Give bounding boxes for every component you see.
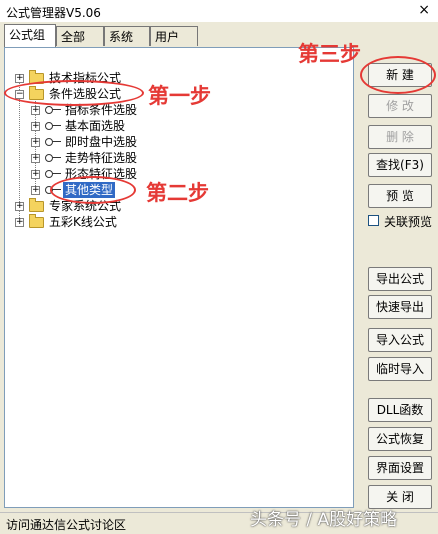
expand-icon[interactable]: + bbox=[15, 202, 24, 211]
formula-key-icon bbox=[45, 122, 61, 130]
expand-icon[interactable]: + bbox=[31, 154, 40, 163]
annotation-circle-step1 bbox=[4, 80, 144, 106]
ui-settings-button[interactable]: 界面设置 bbox=[368, 456, 432, 480]
annotation-step2: 第二步 bbox=[146, 181, 209, 205]
annotation-step3: 第三步 bbox=[298, 42, 361, 66]
expand-icon[interactable]: + bbox=[31, 122, 40, 131]
expand-icon[interactable]: + bbox=[31, 138, 40, 147]
expand-icon[interactable]: + bbox=[31, 186, 40, 195]
linked-preview-label: 关联预览 bbox=[384, 215, 433, 229]
folder-icon bbox=[29, 214, 44, 228]
linked-preview-checkbox[interactable] bbox=[368, 215, 379, 226]
tree-node-label: 即时盘中选股 bbox=[65, 135, 138, 149]
tab-formula-group[interactable]: 公式组 bbox=[4, 24, 56, 47]
title-bar: 公式管理器V5.06 × bbox=[0, 0, 438, 22]
annotation-circle-step3 bbox=[360, 56, 436, 94]
tree-node-trend[interactable]: + 走势特征选股 bbox=[27, 150, 227, 166]
formula-tree[interactable]: + 技术指标公式 − 条件选股公式 + 指标条件选股 + 基本面选股 + 即时盘… bbox=[4, 47, 354, 508]
formula-key-icon bbox=[45, 170, 61, 178]
preview-button[interactable]: 预 览 bbox=[368, 184, 432, 208]
expand-icon[interactable]: + bbox=[15, 218, 24, 227]
tree-node-label: 基本面选股 bbox=[65, 119, 126, 133]
expand-icon[interactable]: + bbox=[15, 74, 24, 83]
tree-node-label: 走势特征选股 bbox=[65, 151, 138, 165]
tab-all[interactable]: 全部 bbox=[56, 26, 104, 46]
expand-icon[interactable]: + bbox=[31, 106, 40, 115]
dll-function-button[interactable]: DLL函数 bbox=[368, 398, 432, 422]
formula-key-icon bbox=[45, 106, 61, 114]
export-formula-button[interactable]: 导出公式 bbox=[368, 267, 432, 291]
find-button[interactable]: 查找(F3) bbox=[368, 153, 432, 177]
delete-button[interactable]: 删 除 bbox=[368, 125, 432, 149]
annotation-step1: 第一步 bbox=[148, 84, 211, 108]
tab-user[interactable]: 用户 bbox=[150, 26, 198, 46]
tree-node-colored-kline[interactable]: + 五彩K线公式 bbox=[11, 214, 211, 230]
expand-icon[interactable]: + bbox=[31, 170, 40, 179]
tree-node-label: 五彩K线公式 bbox=[49, 215, 117, 229]
edit-button[interactable]: 修 改 bbox=[368, 94, 432, 118]
formula-key-icon bbox=[45, 138, 61, 146]
tree-node-intraday[interactable]: + 即时盘中选股 bbox=[27, 134, 227, 150]
close-icon[interactable]: × bbox=[418, 2, 430, 18]
watermark: 头条号 / A股好策略 bbox=[250, 510, 398, 530]
folder-icon bbox=[29, 198, 44, 212]
tab-system[interactable]: 系统 bbox=[104, 26, 150, 46]
formula-restore-button[interactable]: 公式恢复 bbox=[368, 427, 432, 451]
annotation-circle-step2 bbox=[50, 176, 136, 204]
formula-key-icon bbox=[45, 154, 61, 162]
window-title: 公式管理器V5.06 bbox=[6, 6, 101, 20]
quick-export-button[interactable]: 快速导出 bbox=[368, 295, 432, 319]
temp-import-button[interactable]: 临时导入 bbox=[368, 357, 432, 381]
import-formula-button[interactable]: 导入公式 bbox=[368, 328, 432, 352]
forum-link[interactable]: 访问通达信公式讨论区 bbox=[6, 516, 126, 533]
tree-node-fundamental[interactable]: + 基本面选股 bbox=[27, 118, 227, 134]
